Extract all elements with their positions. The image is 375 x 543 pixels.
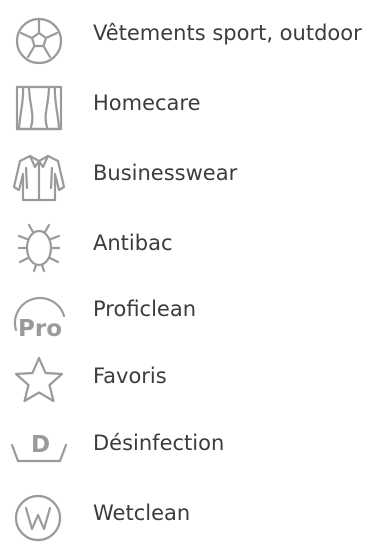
program-item-desinfection[interactable]: D Désinfection xyxy=(0,413,375,473)
program-label: Businesswear xyxy=(93,161,238,185)
bacteria-icon xyxy=(6,218,66,273)
program-item-homecare[interactable]: Homecare xyxy=(0,73,375,133)
pro-icon: Pro xyxy=(6,284,66,342)
soccer-ball-icon xyxy=(6,8,66,65)
program-label: Vêtements sport, outdoor xyxy=(93,21,362,45)
disinfection-tub-icon: D xyxy=(6,418,68,468)
program-label: Favoris xyxy=(93,364,167,388)
star-icon xyxy=(6,351,66,403)
program-label: Homecare xyxy=(93,91,201,115)
program-label: Wetclean xyxy=(93,501,191,525)
program-label: Proficlean xyxy=(93,297,197,321)
pro-icon-text: Pro xyxy=(18,316,62,342)
shirt-icon xyxy=(6,148,66,202)
program-item-antibac[interactable]: Antibac xyxy=(0,213,375,273)
program-item-sport-outdoor[interactable]: Vêtements sport, outdoor xyxy=(0,3,375,65)
program-list: Vêtements sport, outdoor Homecare Busine… xyxy=(0,0,375,542)
curtains-icon xyxy=(6,78,66,131)
program-label: Antibac xyxy=(93,231,173,255)
program-item-businesswear[interactable]: Businesswear xyxy=(0,143,375,203)
program-item-proficlean[interactable]: Pro Proficlean xyxy=(0,279,375,342)
program-item-favoris[interactable]: Favoris xyxy=(0,346,375,406)
program-item-wetclean[interactable]: Wetclean xyxy=(0,483,375,543)
wetclean-circle-w-icon xyxy=(6,488,66,542)
disinfection-icon-text: D xyxy=(31,432,50,458)
program-label: Désinfection xyxy=(93,431,225,455)
